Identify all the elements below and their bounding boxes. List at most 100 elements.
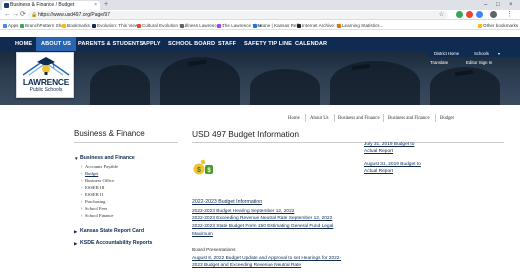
bullet-icon: › — [81, 178, 83, 183]
expand-right-icon[interactable]: ▶ — [74, 241, 78, 247]
expand-down-icon[interactable]: ▼ — [74, 156, 79, 161]
sidebar-title: Business & Finance — [74, 129, 145, 138]
breadcrumb-divider — [383, 114, 384, 122]
bullet-icon: › — [81, 185, 83, 190]
nav-about-us[interactable]: ABOUT US — [36, 37, 77, 51]
site-main-nav: HOME ABOUT US PARENTS & STUDENTS APPLY S… — [0, 37, 520, 51]
back-icon[interactable]: ← — [4, 10, 11, 20]
district-logo[interactable]: LAWRENCE Public Schools — [16, 52, 74, 98]
nav-apply[interactable]: APPLY — [142, 37, 161, 51]
breadcrumb-divider — [334, 114, 335, 122]
new-tab-button[interactable]: + — [104, 0, 108, 10]
bookmark-favicon-icon — [337, 23, 341, 28]
sidebar-group-ksde-reports[interactable]: KSDE Accountability Reports — [80, 240, 152, 246]
extension-icon[interactable] — [456, 11, 463, 18]
sidebar-item-budget[interactable]: Budget — [85, 171, 98, 176]
reload-icon[interactable]: ⟳ — [20, 10, 26, 20]
translate-link[interactable]: Translate — [430, 60, 448, 65]
sidebar-item-school-finance[interactable]: School Finance — [85, 213, 113, 218]
sidebar-item-school-fees[interactable]: School Fees — [85, 206, 107, 211]
sidebar-section-business-finance[interactable]: Business and Finance — [80, 155, 135, 161]
breadcrumb-divider — [435, 114, 436, 122]
bullet-icon: › — [81, 192, 83, 197]
august-2019-report-link[interactable]: August 31, 2019 Budget to — [364, 162, 421, 167]
close-window-icon[interactable]: × — [509, 0, 513, 10]
august-2019-report-link-cont[interactable]: Actual Report — [364, 169, 393, 174]
money-bags-icon: $ $ — [193, 159, 213, 175]
bookmark-label: Bookmarks — [67, 23, 90, 28]
bookmark-item[interactable]: Apps — [3, 21, 18, 30]
sidebar-item-business-office[interactable]: Business Office — [85, 178, 114, 183]
address-bar-row: ← → ⟳ 🔒 https://www.usd497.org/Page/97 ☆… — [0, 10, 520, 20]
bullet-icon: › — [81, 213, 83, 218]
breadcrumb-business-finance[interactable]: Business and Finance — [338, 116, 380, 121]
close-tab-icon[interactable]: × — [94, 1, 97, 10]
budget-hearing-link[interactable]: 2022-2023 Budget Hearing September 12, 2… — [192, 209, 294, 214]
site-favicon-icon — [4, 3, 9, 8]
budget-update-link-cont[interactable]: 2023 Budget and Exceeding Revenue Neutra… — [192, 263, 301, 268]
bookmark-item[interactable]: Bookmarks — [62, 21, 90, 30]
menu-kebab-icon[interactable]: ⋮ — [506, 10, 513, 20]
sidebar-item-accounts-payable[interactable]: Accounts Payable — [85, 164, 118, 169]
state-budget-form-link-cont[interactable]: Maximum — [192, 232, 213, 237]
url-text: https://www.usd497.org/Page/97 — [38, 12, 110, 18]
breadcrumb-home[interactable]: Home — [288, 116, 300, 121]
breadcrumb-budget[interactable]: Budget — [440, 116, 454, 121]
tab-title: Business & Finance / Budget — [10, 2, 75, 8]
sidebar-item-esser-iii[interactable]: ESSER III — [85, 185, 105, 190]
chevron-down-icon[interactable]: ▾ — [498, 51, 500, 57]
browser-tab[interactable]: Business & Finance / Budget × — [2, 1, 100, 10]
nav-staff[interactable]: STAFF — [218, 37, 236, 51]
schools-dropdown[interactable]: Schools — [474, 51, 489, 57]
budget-update-link[interactable]: August 8, 2022 Budget Update and Approva… — [192, 256, 341, 261]
district-bar: District Home Schools ▾ — [428, 51, 520, 57]
title-divider — [192, 142, 504, 143]
nav-safety-tip-line[interactable]: SAFETY TIP LINE — [244, 37, 292, 51]
bookmark-favicon-icon — [3, 23, 7, 28]
nav-calendar[interactable]: CALENDAR — [295, 37, 327, 51]
nav-home[interactable]: HOME — [15, 37, 32, 51]
section-2022-2023-budget[interactable]: 2022-2023 Budget Information — [192, 199, 262, 205]
profile-avatar-icon[interactable] — [490, 11, 497, 18]
browser-tab-bar: Business & Finance / Budget × + – □ × — [0, 0, 520, 10]
url-input[interactable]: 🔒 https://www.usd497.org/Page/97 ☆ — [28, 11, 448, 19]
bookmark-item[interactable]: Learning Statistics... — [337, 21, 383, 30]
bookmarks-bar: Apps BranchPattern Shar... Bookmarks Evolut… — [0, 21, 520, 30]
bullet-icon: › — [81, 199, 83, 204]
bookmark-label: Evolution: This View... — [97, 23, 142, 28]
bookmark-item[interactable]: Other bookmarks — [478, 21, 518, 30]
july-2019-report-link-cont[interactable]: Actual Report — [364, 149, 393, 154]
forward-icon[interactable]: → — [12, 10, 19, 20]
breadcrumb-divider — [305, 114, 306, 122]
bookmark-favicon-icon — [92, 23, 96, 28]
sidebar-divider — [74, 142, 178, 143]
extension-icon[interactable] — [476, 11, 483, 18]
bookmark-item[interactable]: Home | Kansas Refl... — [253, 21, 303, 30]
district-home-link[interactable]: District Home — [434, 51, 459, 57]
logo-subtitle: Public Schools — [29, 87, 63, 93]
nav-parents-students[interactable]: PARENTS & STUDENTS — [78, 37, 143, 51]
july-2019-report-link[interactable]: July 31, 2019 Budget to — [364, 142, 414, 147]
breadcrumb-about-us[interactable]: About Us — [310, 116, 329, 121]
minimize-icon[interactable]: – — [484, 0, 487, 10]
bookmark-label: Home | Kansas Refl... — [258, 23, 303, 28]
extension-icon[interactable] — [466, 11, 473, 18]
graduates-image — [90, 65, 150, 105]
bookmark-item[interactable]: Cultural Evolution S... — [137, 21, 186, 30]
revenue-neutral-rate-link[interactable]: 2022-2023 Exceeding Revenue Neutral Rate… — [192, 216, 332, 221]
bookmark-star-icon[interactable]: ☆ — [439, 11, 444, 19]
sidebar-item-esser-ii[interactable]: ESSER II — [85, 192, 103, 197]
graduates-image — [330, 61, 420, 105]
sidebar-item-purchasing[interactable]: Purchasing — [85, 199, 105, 204]
expand-right-icon[interactable]: ▶ — [74, 229, 78, 235]
sidebar-group-kansas-report-card[interactable]: Kansas State Report Card — [80, 228, 144, 234]
svg-text:$: $ — [197, 167, 201, 174]
state-budget-form-link[interactable]: 2022-2023 State Budget Form 150 Estimati… — [192, 224, 333, 229]
logo-title: LAWRENCE — [22, 77, 70, 87]
bookmark-item[interactable]: Evolution: This View... — [92, 21, 142, 30]
breadcrumb-business-finance-2[interactable]: Business and Finance — [388, 116, 430, 121]
bookmark-favicon-icon — [137, 23, 141, 28]
editor-sign-in-link[interactable]: Editor Sign In — [466, 60, 492, 65]
nav-school-board[interactable]: SCHOOL BOARD — [168, 37, 215, 51]
maximize-icon[interactable]: □ — [496, 0, 500, 10]
